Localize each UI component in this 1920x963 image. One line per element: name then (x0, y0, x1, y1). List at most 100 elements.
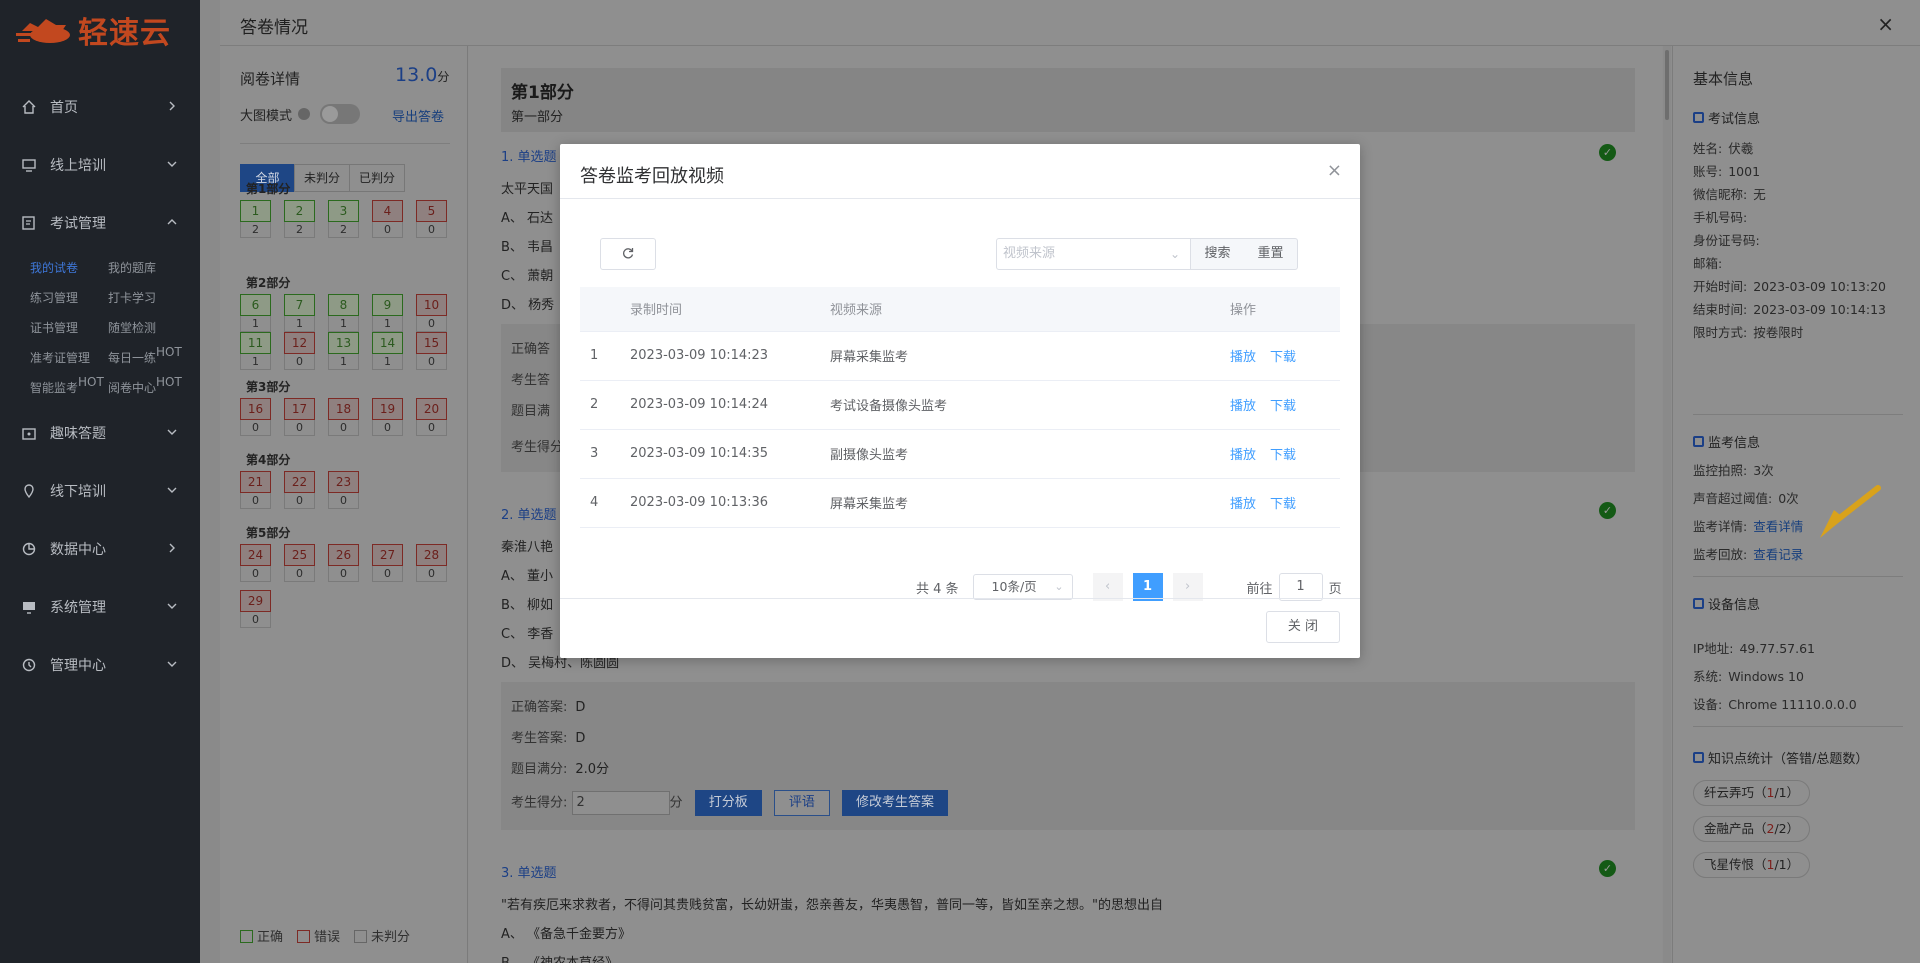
sidebar-item-system[interactable]: 系统管理 (0, 578, 200, 636)
next-page-button[interactable]: › (1172, 573, 1203, 601)
legend-swatch (297, 930, 311, 943)
submenu-my-papers[interactable]: 我的试卷 (30, 258, 108, 278)
sidebar-item-home[interactable]: 首页 (0, 78, 200, 136)
sidebar-item-admin-center[interactable]: 管理中心 (0, 636, 200, 694)
export-link[interactable]: 导出答卷 (392, 106, 444, 125)
view-detail-link[interactable]: 查看详情 (1753, 519, 1803, 534)
scrollbar-thumb[interactable] (1665, 50, 1669, 120)
question-cell[interactable]: 11 1 (240, 332, 271, 370)
reset-button[interactable]: 重置 (1244, 239, 1297, 269)
question-cell[interactable]: 13 1 (328, 332, 359, 370)
submenu-certificate[interactable]: 证书管理 (30, 318, 108, 338)
question-cell[interactable]: 22 (284, 200, 315, 238)
download-link[interactable]: 下载 (1270, 399, 1296, 414)
submenu-admission[interactable]: 准考证管理 (30, 348, 108, 368)
submenu-question-bank[interactable]: 我的题库 (108, 258, 198, 278)
video-table: 录制时间 视频来源 操作 1 2023-03-09 10:14:23 屏幕采集监考播… (580, 287, 1340, 528)
close-button[interactable]: 关 闭 (1266, 611, 1340, 643)
full-score: 题目满分: 2.0分 (511, 758, 609, 777)
question-cell[interactable]: 27 0 (372, 544, 403, 582)
sidebar-item-online-training[interactable]: 线上培训 (0, 136, 200, 194)
close-icon[interactable]: × (1877, 12, 1894, 36)
filter-ungraded[interactable]: 未判分 (294, 164, 350, 192)
sidebar-item-offline-training[interactable]: 线下培训 (0, 462, 200, 520)
sidebar-item-exam-management[interactable]: 考试管理 (0, 194, 200, 252)
play-link[interactable]: 播放 (1230, 448, 1256, 463)
video-replay-dialog: 答卷监考回放视频 × 视频来源 ⌄ 搜索 重置 录制时间 视频来源 操作 1 20… (560, 144, 1360, 658)
question-cell[interactable]: 18 0 (328, 398, 359, 436)
question-number: 17 (284, 398, 315, 420)
question-cell[interactable]: 28 0 (416, 544, 447, 582)
submenu-grading[interactable]: 阅卷中心HOT (108, 375, 198, 398)
logo[interactable]: 轻速云 (16, 10, 171, 51)
question-cell[interactable]: 61 (240, 294, 271, 332)
close-icon[interactable]: × (1327, 160, 1342, 181)
question-cell[interactable]: 21 0 (240, 471, 271, 509)
question-cell[interactable]: 32 (328, 200, 359, 238)
submenu-practice[interactable]: 练习管理 (30, 288, 108, 308)
refresh-button[interactable] (600, 238, 656, 270)
question-cell[interactable]: 15 0 (416, 332, 447, 370)
score-input[interactable]: 2 (571, 791, 670, 815)
question-cell[interactable]: 16 0 (240, 398, 271, 436)
page-number[interactable]: 1 (1132, 573, 1163, 601)
question-cell[interactable]: 23 0 (328, 471, 359, 509)
big-mode: 大图模式 (240, 104, 361, 124)
filter-graded[interactable]: 已判分 (349, 164, 405, 192)
sidebar-item-fun-quiz[interactable]: 趣味答题 (0, 404, 200, 462)
content-scrollbar[interactable] (1663, 46, 1671, 963)
sidebar-item-data-center[interactable]: 数据中心 (0, 520, 200, 578)
question-score: 0 (372, 420, 403, 436)
tag-name: 飞星传恨（ (1704, 857, 1767, 872)
value: 1001 (1728, 164, 1761, 179)
page-size-select[interactable]: 10条/页 ⌄ (972, 574, 1073, 600)
play-link[interactable]: 播放 (1230, 350, 1256, 365)
submenu-checkin[interactable]: 打卡学习 (108, 288, 198, 308)
question-cell[interactable]: 12 (240, 200, 271, 238)
question-cell[interactable]: 71 (284, 294, 315, 332)
question-cell[interactable]: 24 0 (240, 544, 271, 582)
question-score: 1 (240, 316, 271, 332)
play-link[interactable]: 播放 (1230, 497, 1256, 512)
question-cell[interactable]: 17 0 (284, 398, 315, 436)
question-cell[interactable]: 20 0 (416, 398, 447, 436)
unit: 分 (669, 795, 683, 811)
help-icon[interactable] (298, 108, 311, 120)
prev-page-button[interactable]: ‹ (1092, 573, 1123, 601)
video-source-select[interactable]: 视频来源 ⌄ (996, 238, 1191, 270)
question-cell[interactable]: 25 0 (284, 544, 315, 582)
question-cell[interactable]: 29 0 (240, 590, 271, 628)
knowledge-tag: 纤云弄巧（1/1） (1693, 780, 1811, 806)
question-cell[interactable]: 22 0 (284, 471, 315, 509)
question-cell[interactable]: 14 1 (372, 332, 403, 370)
download-link[interactable]: 下载 (1270, 497, 1296, 512)
submenu-quiz[interactable]: 随堂检测 (108, 318, 198, 338)
submenu-smart-proctor[interactable]: 智能监考HOT (30, 375, 108, 398)
question-row: 16 0 17 0 18 0 19 0 20 0 (240, 398, 447, 436)
question-score: 0 (284, 420, 315, 436)
option: A、 《备急千金要方》 (501, 927, 632, 942)
question-cell[interactable]: 50 (416, 200, 447, 238)
question-cell[interactable]: 91 (372, 294, 403, 332)
question-cell[interactable]: 81 (328, 294, 359, 332)
play-link[interactable]: 播放 (1230, 399, 1256, 414)
check-icon: ✓ (1599, 860, 1616, 877)
question-cell[interactable]: 10 0 (416, 294, 447, 332)
submenu-daily[interactable]: 每日一练HOT (108, 345, 198, 368)
modify-answer-button[interactable]: 修改考生答案 (842, 790, 949, 816)
download-link[interactable]: 下载 (1270, 448, 1296, 463)
view-record-link[interactable]: 查看记录 (1753, 547, 1803, 562)
table-row: 2 2023-03-09 10:14:24 考试设备摄像头监考 播放 下载 (580, 380, 1340, 430)
question-cell[interactable]: 12 0 (284, 332, 315, 370)
question-cell[interactable]: 26 0 (328, 544, 359, 582)
question-cell[interactable]: 40 (372, 200, 403, 238)
download-link[interactable]: 下载 (1270, 350, 1296, 365)
comment-button[interactable]: 评语 (773, 790, 830, 816)
value: 伏羲 (1728, 141, 1754, 156)
score-board-button[interactable]: 打分板 (694, 790, 762, 816)
big-mode-toggle[interactable] (320, 104, 361, 124)
goto-input[interactable]: 1 (1278, 573, 1323, 601)
chevron-down-icon (167, 161, 177, 167)
search-button[interactable]: 搜索 (1191, 239, 1244, 269)
question-cell[interactable]: 19 0 (372, 398, 403, 436)
